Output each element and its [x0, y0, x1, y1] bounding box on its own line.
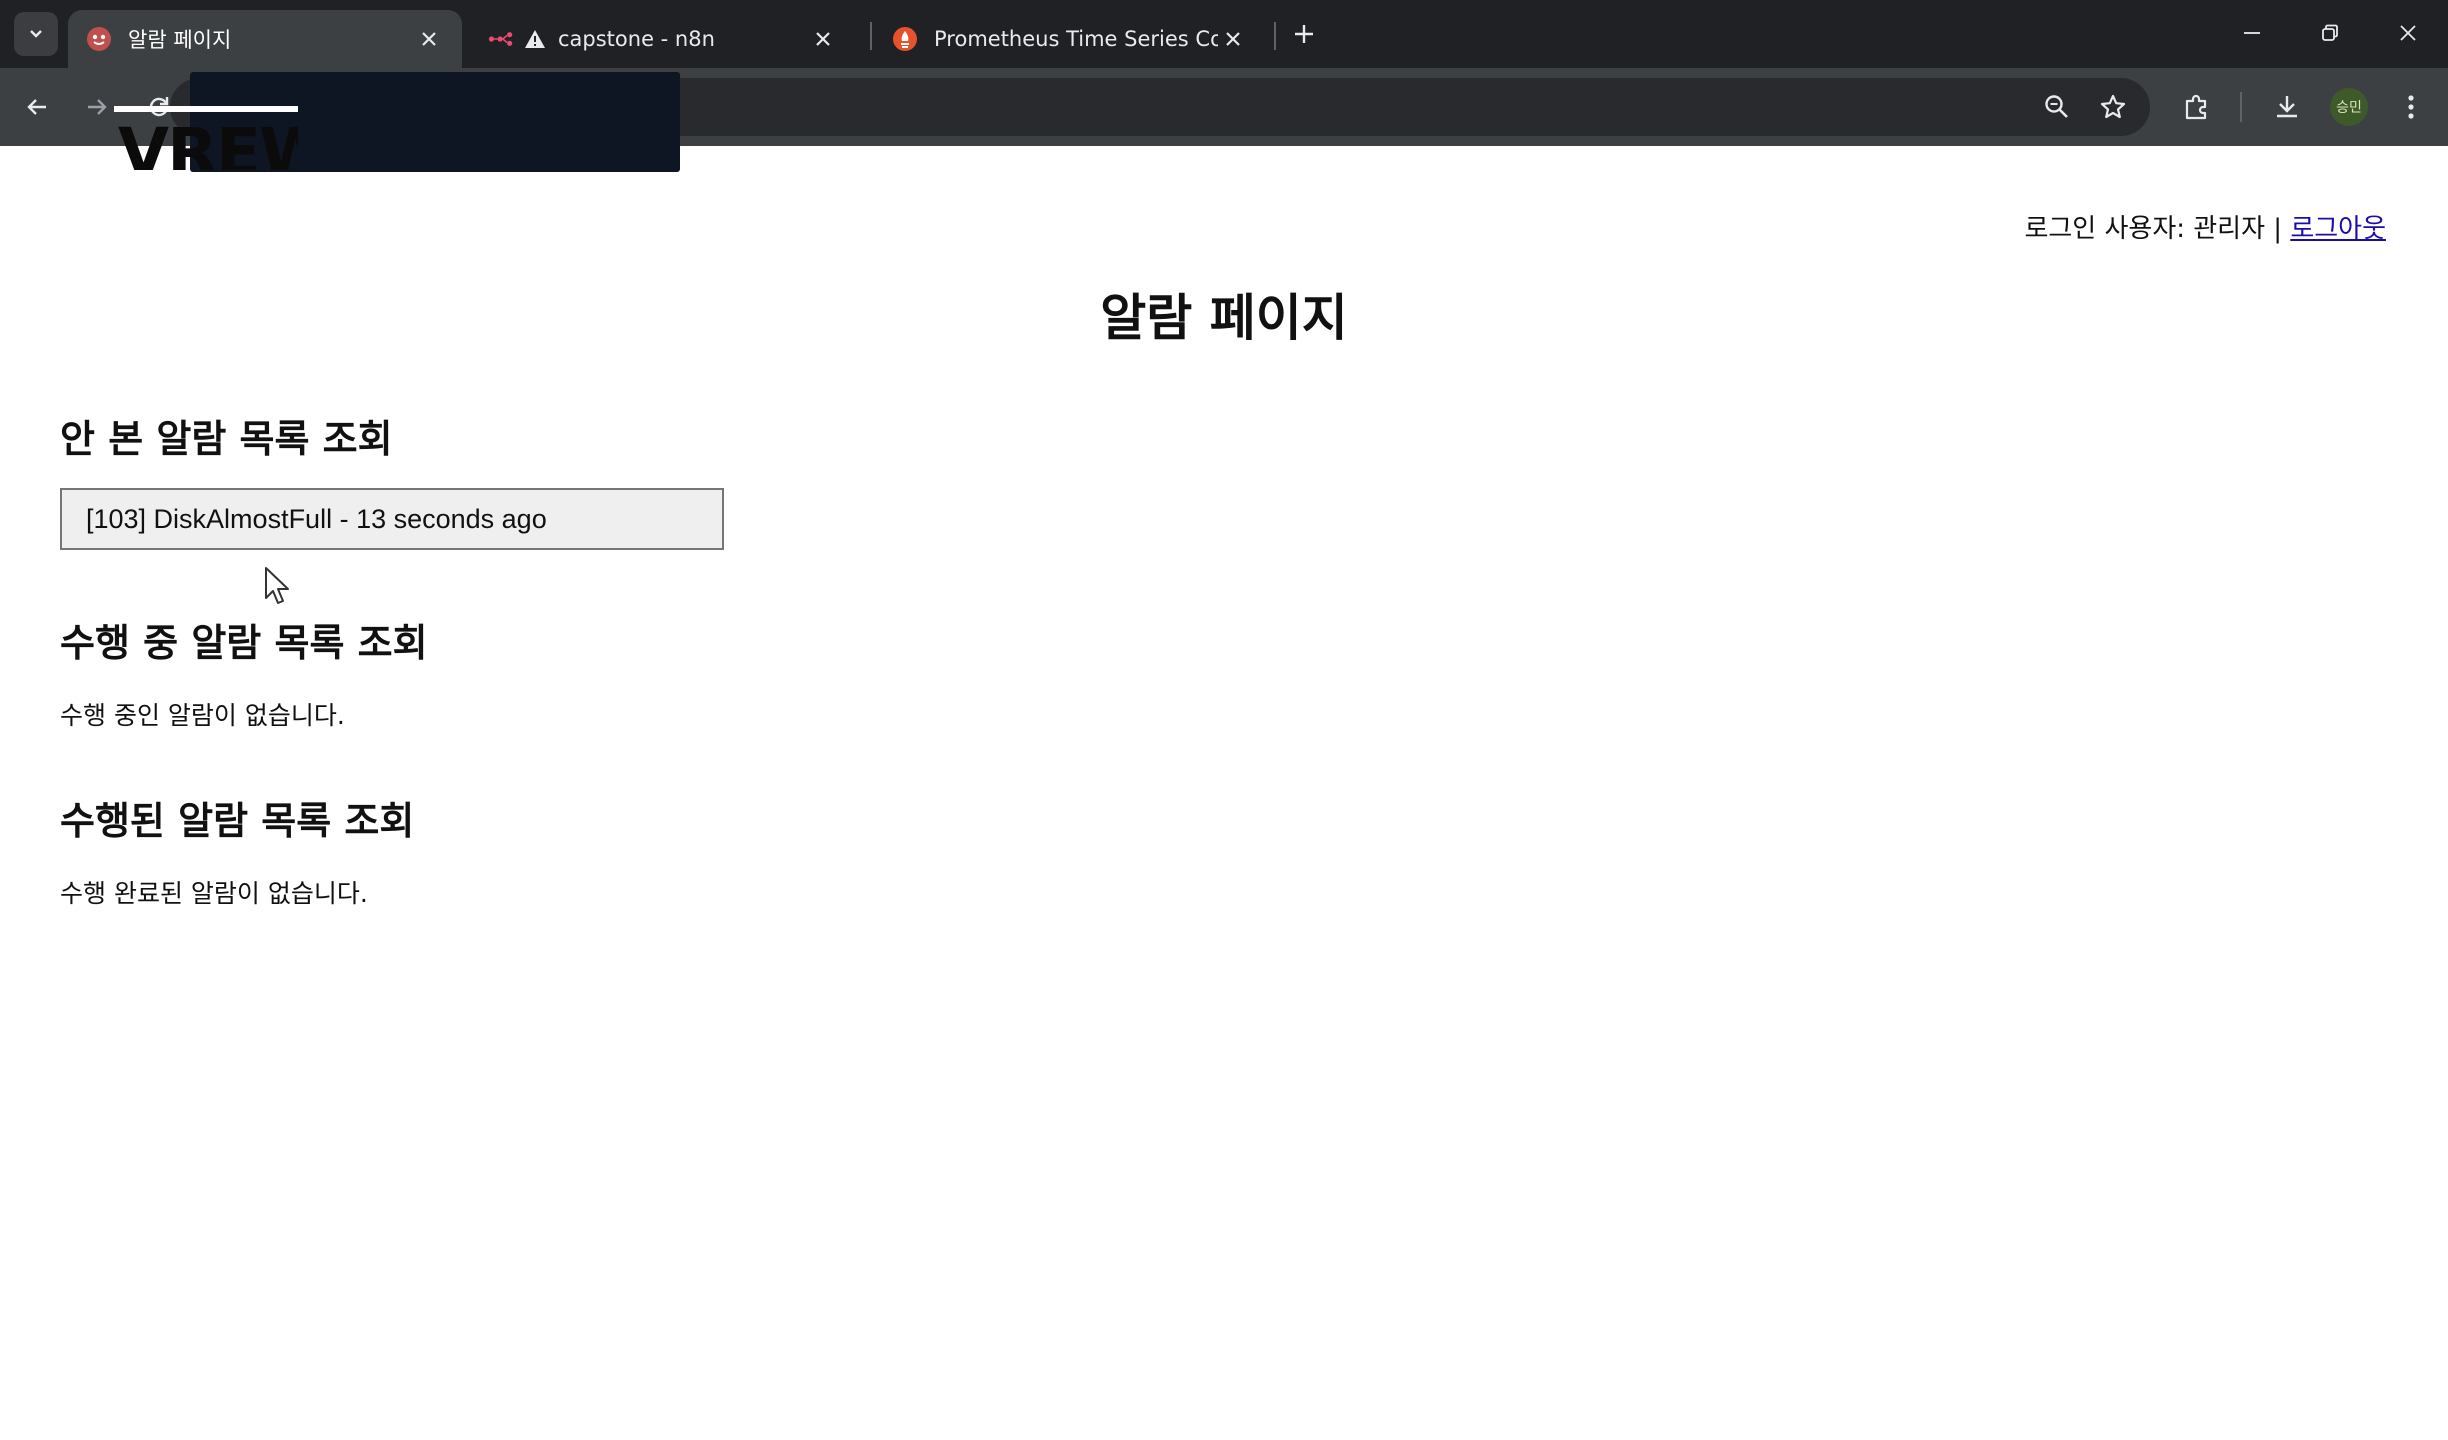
- vrew-logo: VREW: [118, 120, 298, 170]
- warning-icon: [524, 26, 546, 52]
- restore-icon: [2322, 24, 2338, 41]
- tab-title: capstone - n8n: [558, 27, 715, 51]
- tab-prometheus[interactable]: Prometheus Time Series Collec: [874, 10, 1266, 68]
- page-title: 알람 페이지: [1100, 289, 1348, 347]
- login-user-text: 로그인 사용자: 관리자 |: [2024, 214, 2291, 244]
- done-alarms-title: 수행된 알람 목록 조회: [60, 799, 415, 843]
- n8n-favicon-icon: [488, 26, 514, 52]
- in-progress-alarms-title: 수행 중 알람 목록 조회: [60, 621, 428, 665]
- tab-title: Prometheus Time Series Collec: [934, 27, 1218, 51]
- login-info: 로그인 사용자: 관리자 | 로그아웃: [2024, 208, 2386, 245]
- plus-icon: [1295, 25, 1313, 43]
- extensions-icon: [2185, 94, 2207, 120]
- mouse-cursor-icon: [265, 567, 289, 604]
- minimize-icon: [2244, 32, 2260, 34]
- close-tab-icon[interactable]: [808, 24, 838, 54]
- minimize-button[interactable]: [2222, 8, 2282, 58]
- overlay-progress-bar: [114, 106, 298, 112]
- chevron-down-icon: [30, 30, 42, 38]
- download-icon: [2277, 96, 2297, 118]
- toolbar-separator: [2240, 92, 2242, 122]
- forward-icon: [88, 99, 107, 115]
- unseen-alarms-title: 안 본 알람 목록 조회: [60, 417, 393, 461]
- tab-separator: [870, 22, 872, 50]
- close-tab-icon[interactable]: [414, 24, 444, 54]
- in-progress-empty-message: 수행 중인 알람이 없습니다.: [60, 701, 345, 730]
- profile-avatar[interactable]: 승민: [2330, 88, 2368, 126]
- zoom-icon[interactable]: [2034, 84, 2080, 130]
- restore-button[interactable]: [2300, 8, 2360, 58]
- logout-link[interactable]: 로그아웃: [2290, 214, 2386, 244]
- prometheus-favicon-icon: [892, 26, 918, 52]
- extensions-button[interactable]: [2174, 84, 2220, 130]
- close-tab-icon[interactable]: [1218, 24, 1248, 54]
- tab-alarm-page[interactable]: 알람 페이지: [68, 10, 462, 68]
- browser-menu-button[interactable]: [2388, 84, 2434, 130]
- alarm-favicon-icon: [86, 26, 112, 52]
- tab-title: 알람 페이지: [128, 28, 232, 52]
- tab-separator: [1274, 22, 1276, 50]
- downloads-button[interactable]: [2264, 84, 2310, 130]
- back-icon: [27, 99, 46, 115]
- close-window-button[interactable]: [2378, 8, 2438, 58]
- close-icon: [2400, 25, 2416, 41]
- menu-icon: [2408, 95, 2414, 119]
- browser-tab-strip: 알람 페이지 capstone - n8n Prometheus Time Se…: [0, 0, 2448, 68]
- alarm-list-item[interactable]: [103] DiskAlmostFull - 13 seconds ago: [60, 488, 724, 550]
- back-button[interactable]: [14, 84, 60, 130]
- tab-n8n[interactable]: capstone - n8n: [470, 10, 856, 68]
- tab-list-button[interactable]: [14, 12, 58, 56]
- bookmark-star-icon[interactable]: [2090, 84, 2136, 130]
- new-tab-button[interactable]: [1284, 14, 1324, 54]
- done-empty-message: 수행 완료된 알람이 없습니다.: [60, 879, 368, 908]
